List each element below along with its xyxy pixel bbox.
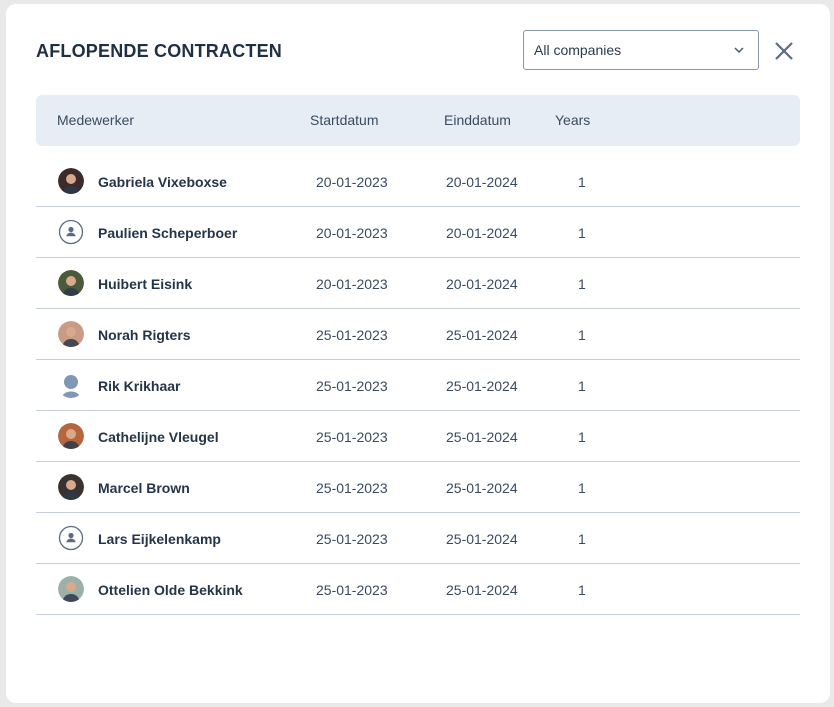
table-row[interactable]: Paulien Scheperboer 20-01-2023 20-01-202… [36, 207, 800, 258]
dialog-title: AFLOPENDE CONTRACTEN [36, 41, 282, 61]
column-header-startdatum[interactable]: Startdatum [310, 112, 378, 128]
end-date: 25-01-2024 [446, 327, 518, 343]
table-row[interactable]: Huibert Eisink 20-01-2023 20-01-2024 1 [36, 258, 800, 309]
chevron-down-icon [734, 47, 744, 54]
start-date: 25-01-2023 [316, 378, 388, 394]
table-row[interactable]: Ottelien Olde Bekkink 25-01-2023 25-01-2… [36, 564, 800, 615]
end-date: 25-01-2024 [446, 582, 518, 598]
start-date: 25-01-2023 [316, 531, 388, 547]
years-count: 1 [578, 531, 586, 547]
years-count: 1 [578, 480, 586, 496]
table-header: Medewerker Startdatum Einddatum Years [36, 95, 800, 146]
employee-name[interactable]: Ottelien Olde Bekkink [98, 582, 243, 598]
table-row[interactable]: Gabriela Vixeboxse 20-01-2023 20-01-2024… [36, 156, 800, 207]
avatar [58, 474, 84, 500]
employee-name[interactable]: Cathelijne Vleugel [98, 429, 219, 445]
company-filter-value: All companies [534, 42, 622, 58]
column-header-einddatum[interactable]: Einddatum [444, 112, 511, 128]
employee-name[interactable]: Rik Krikhaar [98, 378, 180, 394]
table-row[interactable]: Cathelijne Vleugel 25-01-2023 25-01-2024… [36, 411, 800, 462]
start-date: 25-01-2023 [316, 327, 388, 343]
start-date: 20-01-2023 [316, 225, 388, 241]
end-date: 25-01-2024 [446, 480, 518, 496]
expiring-contracts-dialog: AFLOPENDE CONTRACTEN All companies Medew… [6, 4, 830, 703]
avatar [58, 321, 84, 347]
company-filter-select[interactable]: All companies [523, 30, 759, 70]
column-header-medewerker[interactable]: Medewerker [57, 112, 134, 128]
years-count: 1 [578, 582, 586, 598]
contracts-table-body: Gabriela Vixeboxse 20-01-2023 20-01-2024… [36, 156, 800, 615]
end-date: 25-01-2024 [446, 429, 518, 445]
column-header-years[interactable]: Years [555, 112, 590, 128]
table-row[interactable]: Marcel Brown 25-01-2023 25-01-2024 1 [36, 462, 800, 513]
employee-name[interactable]: Gabriela Vixeboxse [98, 174, 227, 190]
avatar [58, 525, 84, 551]
avatar [58, 219, 84, 245]
start-date: 25-01-2023 [316, 582, 388, 598]
start-date: 25-01-2023 [316, 429, 388, 445]
years-count: 1 [578, 378, 586, 394]
employee-name[interactable]: Lars Eijkelenkamp [98, 531, 221, 547]
table-row[interactable]: Rik Krikhaar 25-01-2023 25-01-2024 1 [36, 360, 800, 411]
avatar [58, 372, 84, 398]
end-date: 25-01-2024 [446, 531, 518, 547]
close-icon[interactable] [771, 38, 797, 64]
years-count: 1 [578, 327, 586, 343]
end-date: 25-01-2024 [446, 378, 518, 394]
employee-name[interactable]: Huibert Eisink [98, 276, 192, 292]
avatar [58, 168, 84, 194]
years-count: 1 [578, 429, 586, 445]
avatar [58, 576, 84, 602]
end-date: 20-01-2024 [446, 276, 518, 292]
start-date: 20-01-2023 [316, 174, 388, 190]
start-date: 25-01-2023 [316, 480, 388, 496]
table-row[interactable]: Lars Eijkelenkamp 25-01-2023 25-01-2024 … [36, 513, 800, 564]
employee-name[interactable]: Norah Rigters [98, 327, 191, 343]
end-date: 20-01-2024 [446, 225, 518, 241]
years-count: 1 [578, 276, 586, 292]
employee-name[interactable]: Paulien Scheperboer [98, 225, 237, 241]
employee-name[interactable]: Marcel Brown [98, 480, 190, 496]
years-count: 1 [578, 174, 586, 190]
end-date: 20-01-2024 [446, 174, 518, 190]
table-row[interactable]: Norah Rigters 25-01-2023 25-01-2024 1 [36, 309, 800, 360]
start-date: 20-01-2023 [316, 276, 388, 292]
avatar [58, 270, 84, 296]
avatar [58, 423, 84, 449]
years-count: 1 [578, 225, 586, 241]
